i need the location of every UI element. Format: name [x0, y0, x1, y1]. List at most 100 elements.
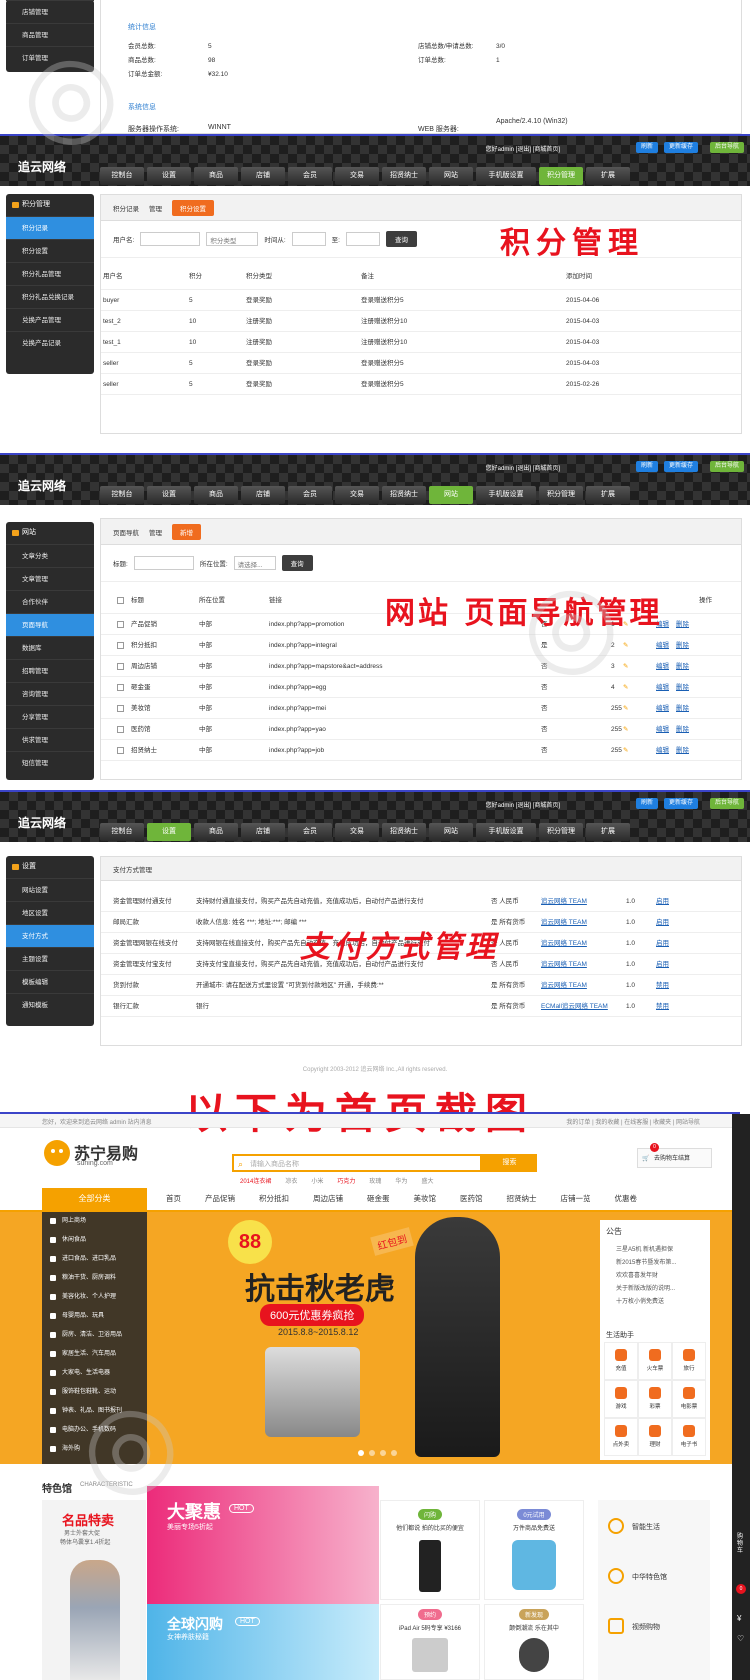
- author-link[interactable]: 追云网络 TEAM: [541, 891, 587, 912]
- helper-item[interactable]: 电子书: [672, 1418, 706, 1456]
- sidebar-item[interactable]: 模板编辑: [6, 970, 94, 993]
- row-checkbox[interactable]: [117, 663, 124, 670]
- author-link[interactable]: 追云网络 TEAM: [541, 975, 587, 996]
- delete-link[interactable]: 删除: [676, 698, 689, 719]
- nav-item[interactable]: 会员: [288, 167, 332, 185]
- right-link[interactable]: 视频购物: [632, 1622, 660, 1632]
- helper-item[interactable]: 理财: [638, 1418, 672, 1456]
- nav-item[interactable]: 店铺: [241, 823, 285, 841]
- user-info[interactable]: 您好admin [退出] [商城首页]: [486, 463, 560, 472]
- sidebar-item[interactable]: 店铺管理: [6, 0, 94, 23]
- product-card[interactable]: 0元试用 万件商品免费送: [484, 1500, 584, 1600]
- toggle-link[interactable]: 启用: [656, 954, 669, 975]
- search-button[interactable]: 搜索: [482, 1154, 537, 1172]
- helper-item[interactable]: 火车票: [638, 1342, 672, 1380]
- nav-item[interactable]: 设置: [147, 167, 191, 185]
- nav-item[interactable]: 网站: [429, 823, 473, 841]
- home-nav-item[interactable]: 产品促销: [205, 1188, 235, 1210]
- nav-item[interactable]: 会员: [288, 823, 332, 841]
- nav-item[interactable]: 交易: [335, 823, 379, 841]
- row-checkbox[interactable]: [117, 747, 124, 754]
- sidebar-item[interactable]: 积分礼品兑换记录: [6, 285, 94, 308]
- nav-item[interactable]: 扩展: [586, 167, 630, 185]
- sidebar-item[interactable]: 咨询管理: [6, 682, 94, 705]
- nav-item[interactable]: 积分管理: [539, 486, 583, 504]
- pencil-icon[interactable]: ✎: [623, 677, 628, 698]
- notice-item[interactable]: 三星A5机 新机遇担保: [616, 1244, 676, 1257]
- home-nav-item[interactable]: 优惠卷: [615, 1188, 638, 1210]
- home-nav-item[interactable]: 店铺一览: [561, 1188, 591, 1210]
- home-nav-item[interactable]: 美妆馆: [414, 1188, 437, 1210]
- product-card[interactable]: 预约 iPad Air 5码专享 ¥3166: [380, 1604, 480, 1680]
- nav-item[interactable]: 招贤纳士: [382, 167, 426, 185]
- category-item[interactable]: 钟表、礼品、图书报刊: [42, 1402, 147, 1421]
- home-nav-item[interactable]: 首页: [166, 1188, 181, 1210]
- toggle-link[interactable]: 禁用: [656, 975, 669, 996]
- hot-word[interactable]: 巧克力: [337, 1176, 355, 1185]
- row-checkbox[interactable]: [117, 621, 124, 628]
- user-info[interactable]: 您好admin [退出] [商城首页]: [486, 144, 560, 153]
- helper-item[interactable]: 旅行: [672, 1342, 706, 1380]
- nav-item[interactable]: 交易: [335, 167, 379, 185]
- sidebar-item[interactable]: 通知模板: [6, 993, 94, 1016]
- author-link[interactable]: ECMall追云网络 TEAM: [541, 996, 608, 1017]
- home-nav-item[interactable]: 砸金蛋: [367, 1188, 390, 1210]
- nav-item[interactable]: 网站: [429, 167, 473, 185]
- delete-link[interactable]: 删除: [676, 656, 689, 677]
- category-item[interactable]: 电脑办公、手机数码: [42, 1421, 147, 1440]
- toggle-link[interactable]: 启用: [656, 891, 669, 912]
- notice-item[interactable]: 十万枚小俏免费送: [616, 1296, 676, 1309]
- nav-item[interactable]: 交易: [335, 486, 379, 504]
- category-item[interactable]: 厨房、清洁、卫浴用品: [42, 1326, 147, 1345]
- right-link[interactable]: 智能生活: [632, 1522, 660, 1532]
- edit-link[interactable]: 编辑: [656, 677, 669, 698]
- sidebar-item[interactable]: 页面导航: [6, 613, 94, 636]
- category-item[interactable]: 母婴用品、玩具: [42, 1307, 147, 1326]
- refresh-button[interactable]: 刷新: [635, 461, 658, 472]
- hot-word[interactable]: 凉衣: [285, 1176, 297, 1185]
- crumb-active[interactable]: 新增: [172, 523, 201, 540]
- author-link[interactable]: 追云网络 TEAM: [541, 912, 587, 933]
- sidebar-item[interactable]: 兑换产品记录: [6, 331, 94, 354]
- yen-icon[interactable]: ¥: [737, 1614, 741, 1623]
- nav-item[interactable]: 手机版设置: [476, 486, 536, 504]
- nav-item[interactable]: 店铺: [241, 167, 285, 185]
- category-item[interactable]: 进口食品、进口乳品: [42, 1250, 147, 1269]
- all-categories[interactable]: 全部分类: [42, 1188, 147, 1210]
- position-select[interactable]: 请选择...: [233, 556, 276, 570]
- top-links[interactable]: 我的订单 | 我的收藏 | 在线客服 | 收藏夹 | 网站导航: [566, 1117, 700, 1126]
- edit-link[interactable]: 编辑: [656, 656, 669, 677]
- right-link[interactable]: 中华特色馆: [632, 1572, 667, 1582]
- sidebar-item[interactable]: 积分礼品管理: [6, 262, 94, 285]
- sidebar-item[interactable]: 兑换产品管理: [6, 308, 94, 331]
- nav-item[interactable]: 控制台: [100, 823, 144, 841]
- category-item[interactable]: 服饰鞋包鞋靴、运动: [42, 1383, 147, 1402]
- pencil-icon[interactable]: ✎: [623, 740, 628, 761]
- nav-item[interactable]: 积分管理: [539, 167, 583, 185]
- helper-item[interactable]: 电影票: [672, 1380, 706, 1418]
- pencil-icon[interactable]: ✎: [623, 656, 628, 677]
- admin-nav-button[interactable]: 后台导航: [709, 461, 744, 472]
- row-checkbox[interactable]: [117, 684, 124, 691]
- author-link[interactable]: 追云网络 TEAM: [541, 954, 587, 975]
- crumb-link[interactable]: 管理: [149, 203, 162, 213]
- hot-word[interactable]: 小米: [311, 1176, 323, 1185]
- date-to-input[interactable]: [345, 232, 380, 246]
- notice-item[interactable]: 关于新版改版的说明...: [616, 1283, 676, 1296]
- sidebar-item[interactable]: 数据库: [6, 636, 94, 659]
- nav-item[interactable]: 积分管理: [539, 823, 583, 841]
- sidebar-item[interactable]: 积分记录: [6, 216, 94, 239]
- helper-item[interactable]: 点外卖: [604, 1418, 638, 1456]
- title-input[interactable]: [133, 556, 194, 570]
- edit-link[interactable]: 编辑: [656, 635, 669, 656]
- nav-item[interactable]: 控制台: [100, 167, 144, 185]
- cart-button[interactable]: 🛒 0 去购物车结算: [637, 1143, 712, 1168]
- row-checkbox[interactable]: [117, 705, 124, 712]
- select-all-checkbox[interactable]: [117, 597, 124, 604]
- row-checkbox[interactable]: [117, 642, 124, 649]
- home-nav-item[interactable]: 招贤纳士: [507, 1188, 537, 1210]
- edit-link[interactable]: 编辑: [656, 719, 669, 740]
- query-button[interactable]: 查询: [385, 231, 417, 247]
- sidebar-item[interactable]: 积分设置: [6, 239, 94, 262]
- sidebar-item[interactable]: 分享管理: [6, 705, 94, 728]
